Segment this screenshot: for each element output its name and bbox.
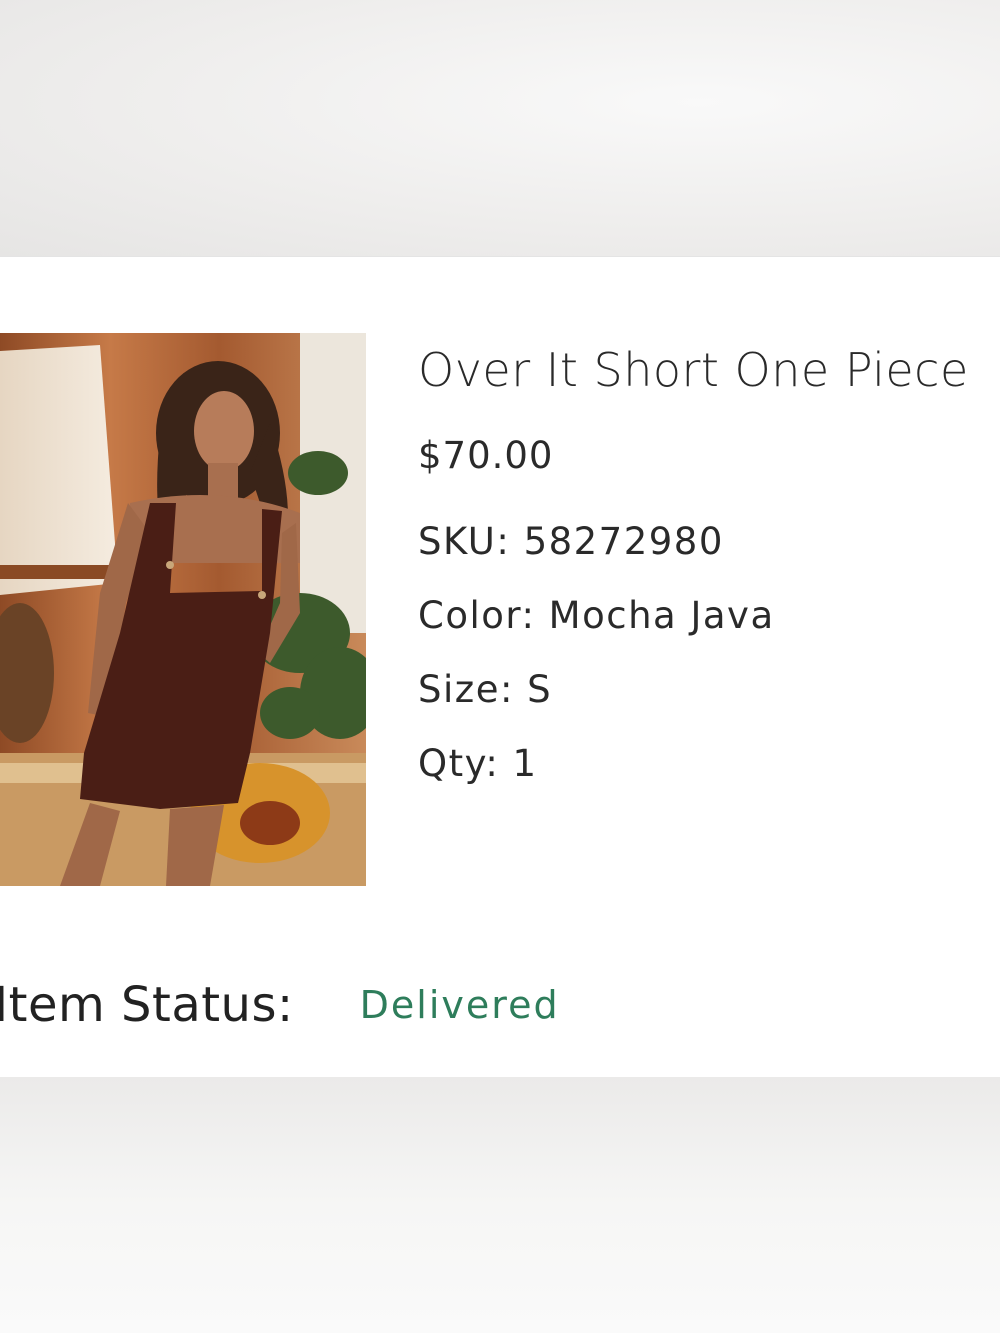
product-info: Over It Short One Piece $70.00 SKU: 5827… bbox=[418, 337, 1000, 815]
product-size: Size: S bbox=[418, 668, 553, 711]
product-qty: Qty: 1 bbox=[418, 742, 538, 785]
order-item-page: Over It Short One Piece $70.00 SKU: 5827… bbox=[0, 0, 1000, 1333]
top-background bbox=[0, 0, 1000, 256]
product-price: $70.00 bbox=[418, 434, 554, 477]
item-status-row: Item Status: Delivered bbox=[0, 975, 560, 1035]
product-sku: SKU: 58272980 bbox=[418, 520, 724, 563]
item-status-label: Item Status: bbox=[0, 977, 294, 1033]
product-name[interactable]: Over It Short One Piece bbox=[418, 337, 1000, 403]
item-status-value: Delivered bbox=[359, 983, 560, 1027]
bottom-background bbox=[0, 1077, 1000, 1333]
product-image[interactable] bbox=[0, 333, 366, 886]
product-specs: SKU: 58272980 Color: Mocha Java Size: S … bbox=[418, 519, 1000, 815]
order-item-card: Over It Short One Piece $70.00 SKU: 5827… bbox=[0, 256, 1000, 1078]
product-color: Color: Mocha Java bbox=[418, 594, 775, 637]
